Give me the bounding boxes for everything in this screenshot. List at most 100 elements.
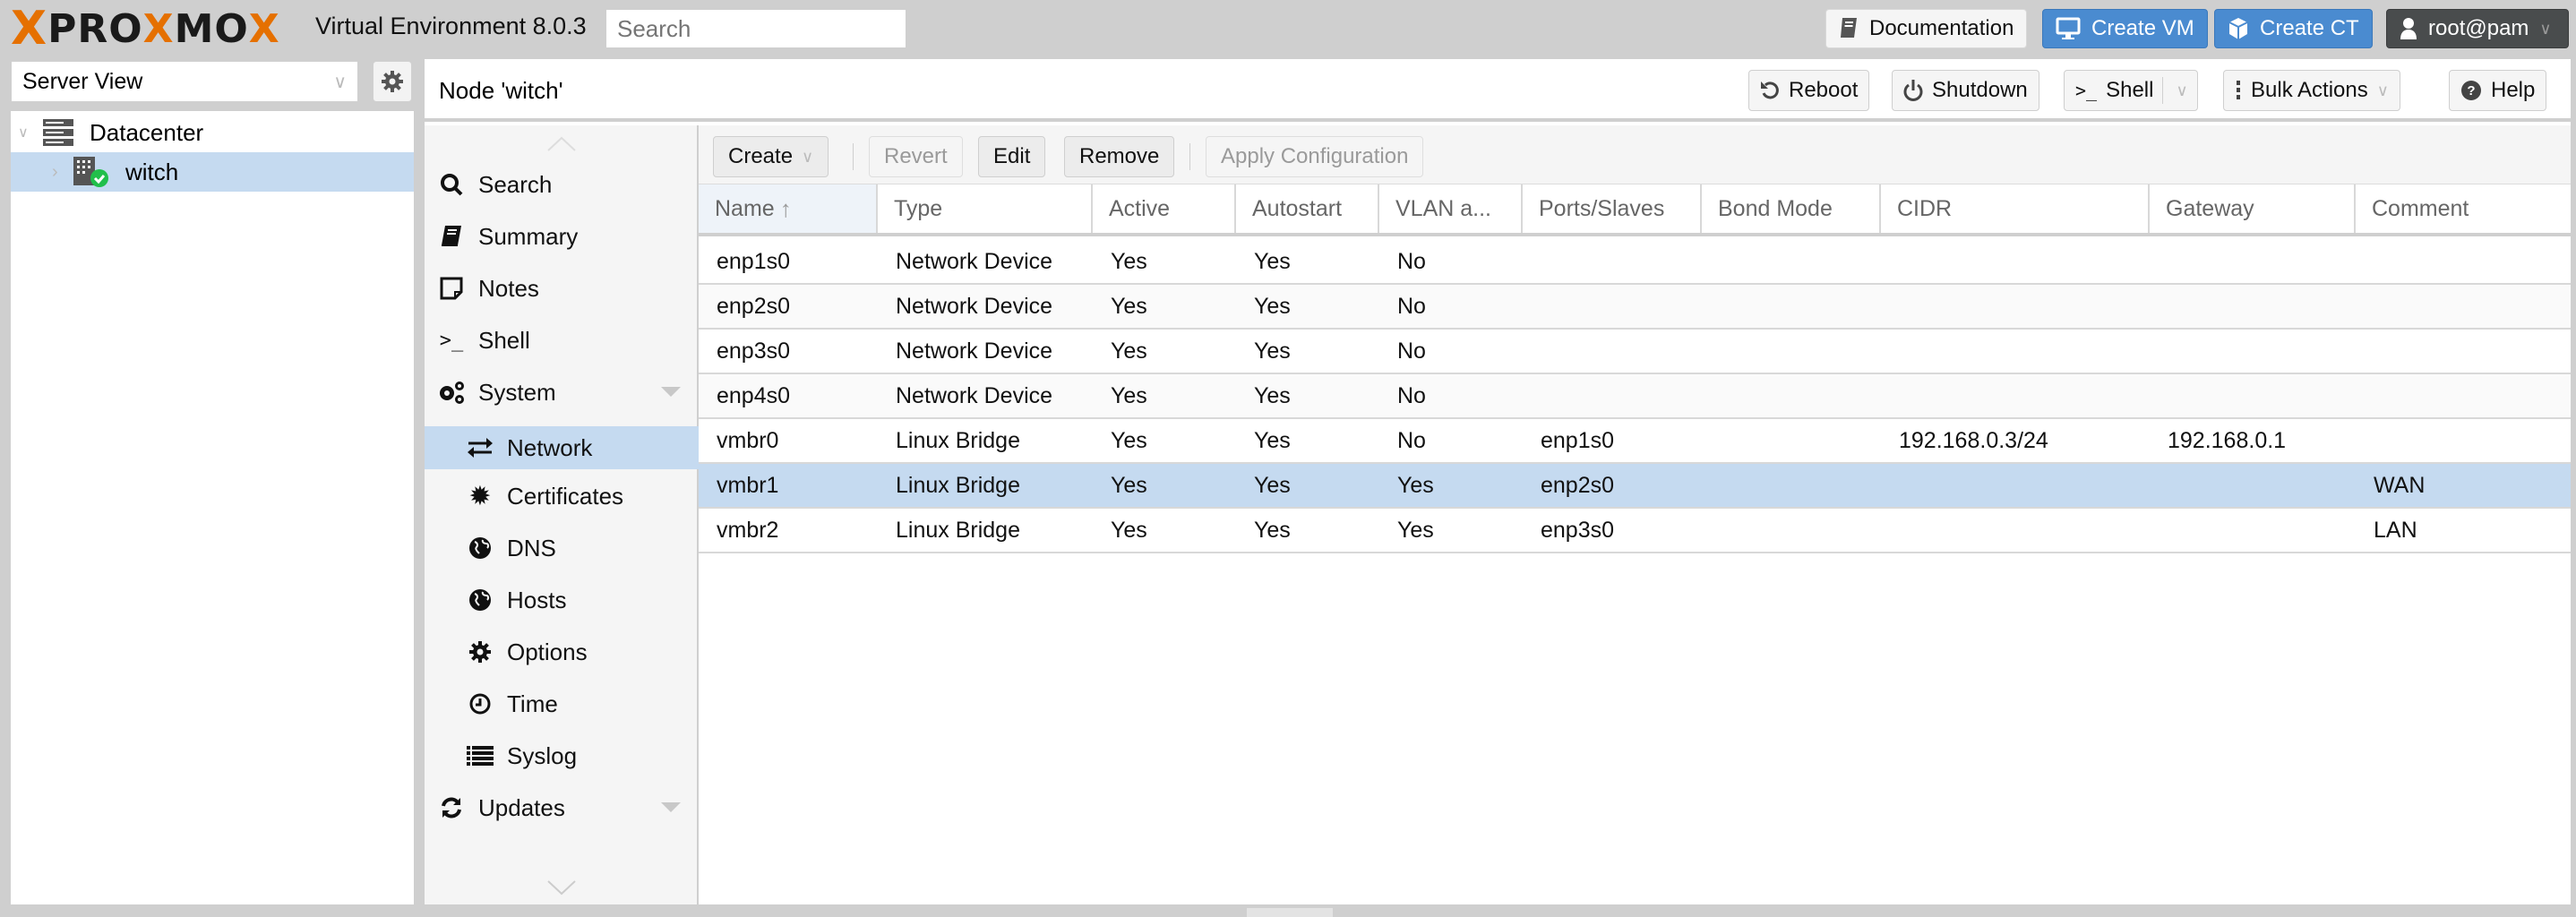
menu-item-notes[interactable]: Notes bbox=[425, 267, 708, 310]
column-header-cidr[interactable]: CIDR bbox=[1881, 184, 2150, 233]
menu-item-syslog[interactable]: Syslog bbox=[425, 734, 736, 777]
column-header-active[interactable]: Active bbox=[1093, 184, 1236, 233]
cell-cidr bbox=[1881, 464, 2150, 507]
menu-item-search[interactable]: Search bbox=[425, 163, 708, 206]
menu-item-hosts[interactable]: Hosts bbox=[425, 578, 736, 621]
column-header-ports-slaves[interactable]: Ports/Slaves bbox=[1523, 184, 1702, 233]
table-row[interactable]: vmbr2 Linux Bridge Yes Yes Yes enp3s0 LAN bbox=[699, 509, 2571, 553]
menu-item-label: DNS bbox=[507, 534, 556, 561]
menu-item-label: System bbox=[478, 378, 556, 406]
expand-toggle-icon[interactable]: › bbox=[52, 162, 73, 183]
scroll-up-icon[interactable] bbox=[546, 136, 577, 152]
shutdown-button[interactable]: Shutdown bbox=[1892, 70, 2039, 111]
table-row[interactable]: enp3s0 Network Device Yes Yes No bbox=[699, 330, 2571, 374]
cell-ports-slaves bbox=[1523, 240, 1702, 283]
table-row[interactable]: enp2s0 Network Device Yes Yes No bbox=[699, 285, 2571, 330]
menu-item-certificates[interactable]: ✹ Certificates bbox=[425, 475, 736, 518]
menu-item-label: Hosts bbox=[507, 586, 567, 613]
cell-vlan-aware: Yes bbox=[1397, 517, 1434, 543]
caret-down-icon[interactable] bbox=[661, 802, 681, 812]
chevron-down-icon: ∨ bbox=[2376, 81, 2389, 99]
table-row[interactable]: vmbr1 Linux Bridge Yes Yes Yes enp2s0 WAN bbox=[699, 464, 2571, 509]
documentation-button[interactable]: Documentation bbox=[1825, 9, 2028, 48]
menu-item-options[interactable]: Options bbox=[425, 630, 736, 673]
clock-icon bbox=[464, 692, 496, 716]
tree-item-node-witch[interactable]: › witch bbox=[11, 152, 414, 192]
cell-gateway bbox=[2150, 509, 2356, 552]
resource-tree: ∨ Datacenter › witch bbox=[11, 111, 414, 904]
expand-toggle-icon[interactable]: ∨ bbox=[18, 124, 43, 141]
create-vm-button[interactable]: Create VM bbox=[2042, 9, 2208, 48]
cell-ports-slaves bbox=[1523, 285, 1702, 328]
help-label: Help bbox=[2491, 78, 2536, 102]
cell-active: Yes bbox=[1111, 293, 1147, 319]
global-search-input[interactable] bbox=[605, 9, 906, 48]
menu-item-network[interactable]: Network bbox=[425, 426, 736, 469]
logo-text-pro: PRO bbox=[47, 5, 143, 52]
proxmox-logo[interactable]: X PRO X MO X bbox=[11, 2, 280, 56]
user-menu-button[interactable]: root@pam ∨ bbox=[2386, 9, 2569, 48]
edit-button[interactable]: Edit bbox=[978, 136, 1046, 177]
remove-button[interactable]: Remove bbox=[1064, 136, 1175, 177]
tree-item-datacenter[interactable]: ∨ Datacenter bbox=[11, 113, 414, 152]
chevron-down-icon: ∨ bbox=[333, 72, 347, 92]
cell-comment: WAN bbox=[2374, 472, 2426, 498]
column-header-type[interactable]: Type bbox=[878, 184, 1093, 233]
panel-splitter-handle[interactable] bbox=[1247, 908, 1333, 917]
logo-text-mo: MO bbox=[174, 5, 249, 52]
search-icon bbox=[435, 172, 468, 197]
cell-comment bbox=[2356, 285, 2571, 328]
table-row[interactable]: enp4s0 Network Device Yes Yes No bbox=[699, 374, 2571, 419]
menu-item-updates[interactable]: Updates bbox=[425, 786, 708, 829]
column-header-label: Autostart bbox=[1252, 195, 1343, 221]
book-icon bbox=[1839, 17, 1859, 40]
cell-name: vmbr0 bbox=[717, 427, 779, 453]
cell-ports-slaves: enp2s0 bbox=[1541, 472, 1615, 498]
column-header-bond-mode[interactable]: Bond Mode bbox=[1702, 184, 1881, 233]
cell-name: enp3s0 bbox=[717, 338, 791, 364]
menu-item-label: Certificates bbox=[507, 482, 624, 510]
revert-button[interactable]: Revert bbox=[869, 136, 963, 177]
cell-gateway: 192.168.0.1 bbox=[2168, 427, 2287, 453]
table-row[interactable]: enp1s0 Network Device Yes Yes No bbox=[699, 240, 2571, 285]
reboot-button[interactable]: Reboot bbox=[1748, 70, 1870, 111]
tree-settings-button[interactable] bbox=[373, 61, 412, 102]
gear-icon bbox=[464, 640, 496, 664]
scroll-down-icon[interactable] bbox=[546, 879, 577, 896]
cell-bond-mode bbox=[1702, 330, 1881, 373]
bulk-actions-button[interactable]: Bulk Actions ∨ bbox=[2223, 70, 2400, 111]
view-selector-value: Server View bbox=[22, 68, 143, 94]
view-selector[interactable]: Server View ∨ bbox=[11, 61, 358, 102]
create-vm-label: Create VM bbox=[2091, 16, 2194, 40]
cell-autostart: Yes bbox=[1254, 382, 1291, 408]
shell-label: Shell bbox=[2106, 78, 2154, 102]
menu-item-time[interactable]: Time bbox=[425, 682, 736, 725]
cell-type: Linux Bridge bbox=[896, 427, 1020, 453]
create-button[interactable]: Create ∨ bbox=[713, 136, 829, 177]
terminal-icon: >_ bbox=[439, 329, 464, 352]
column-header-autostart[interactable]: Autostart bbox=[1236, 184, 1379, 233]
shell-button[interactable]: >_ Shell ∨ bbox=[2064, 70, 2198, 111]
column-header-name[interactable]: Name ↑ bbox=[699, 184, 878, 233]
create-ct-button[interactable]: Create CT bbox=[2214, 9, 2373, 48]
column-header-vlan-aware[interactable]: VLAN a... bbox=[1379, 184, 1523, 233]
chevron-down-icon[interactable]: ∨ bbox=[2172, 81, 2191, 100]
menu-item-system[interactable]: System bbox=[425, 371, 708, 414]
help-button[interactable]: ? Help bbox=[2449, 70, 2547, 111]
cell-name: enp2s0 bbox=[717, 293, 791, 319]
menu-item-dns[interactable]: DNS bbox=[425, 527, 736, 570]
caret-down-icon[interactable] bbox=[661, 387, 681, 397]
page-title: Node 'witch' bbox=[439, 77, 563, 104]
cell-ports-slaves: enp3s0 bbox=[1541, 517, 1615, 543]
create-ct-label: Create CT bbox=[2260, 16, 2359, 40]
table-row[interactable]: vmbr0 Linux Bridge Yes Yes No enp1s0 192.168.0… bbox=[699, 419, 2571, 464]
menu-item-shell[interactable]: >_ Shell bbox=[425, 319, 708, 362]
cell-vlan-aware: Yes bbox=[1397, 472, 1434, 498]
column-header-comment[interactable]: Comment bbox=[2356, 184, 2571, 233]
cell-name: vmbr2 bbox=[717, 517, 779, 543]
menu-item-summary[interactable]: Summary bbox=[425, 215, 708, 258]
cell-bond-mode bbox=[1702, 285, 1881, 328]
apply-configuration-button[interactable]: Apply Configuration bbox=[1206, 136, 1424, 177]
column-header-gateway[interactable]: Gateway bbox=[2150, 184, 2356, 233]
cell-comment: LAN bbox=[2374, 517, 2417, 543]
